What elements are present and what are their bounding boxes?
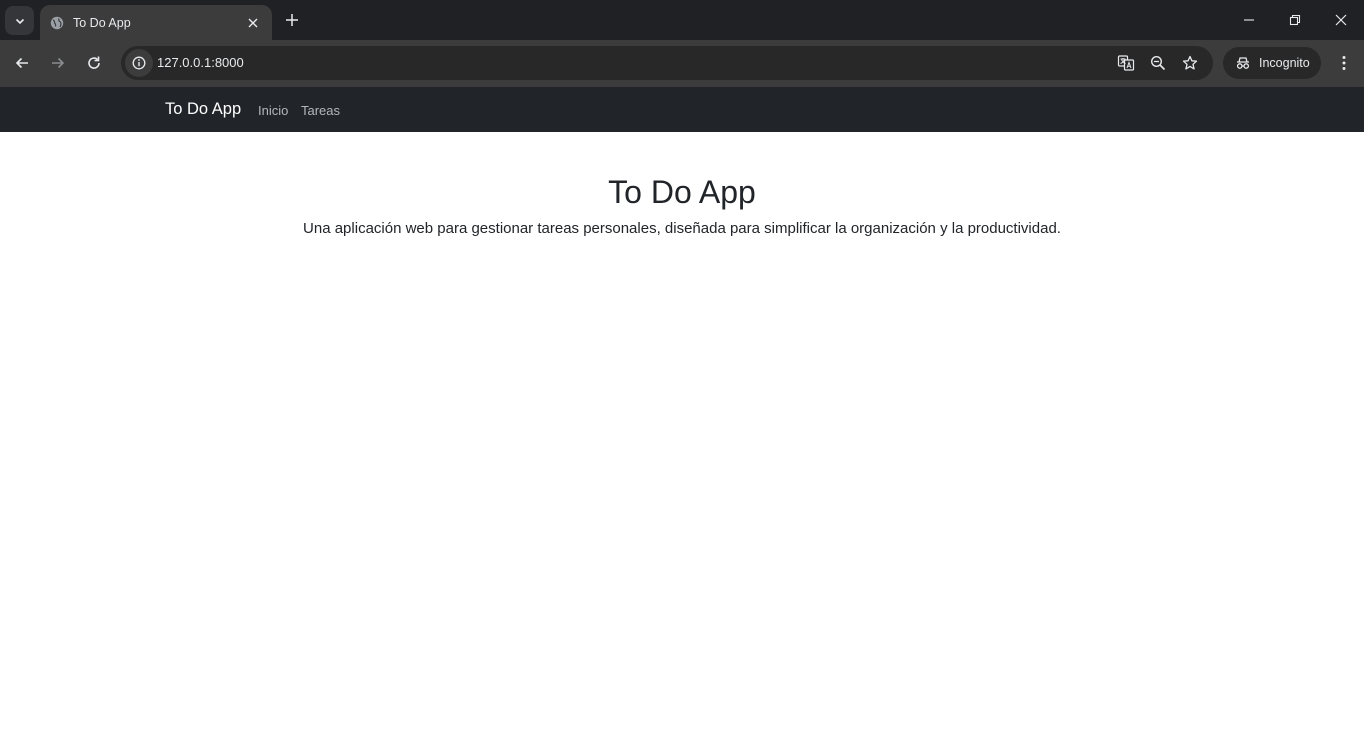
back-button[interactable] <box>7 48 37 78</box>
star-icon <box>1182 55 1198 70</box>
plus-icon <box>286 14 298 26</box>
forward-button[interactable] <box>43 48 73 78</box>
window-controls <box>1226 0 1364 40</box>
nav-link-tareas[interactable]: Tareas <box>301 103 340 118</box>
reload-icon <box>88 56 100 69</box>
reload-button[interactable] <box>79 48 109 78</box>
restore-icon <box>1289 14 1301 26</box>
zoom-out-icon <box>1150 55 1166 71</box>
active-tab[interactable]: To Do App <box>40 5 272 40</box>
zoom-button[interactable] <box>1146 51 1170 75</box>
site-info-button[interactable] <box>125 49 153 77</box>
arrow-left-icon <box>15 57 28 69</box>
nav-link-inicio[interactable]: Inicio <box>258 103 288 118</box>
page-title: To Do App <box>608 174 756 210</box>
incognito-icon <box>1236 57 1250 69</box>
translate-icon <box>1117 55 1135 71</box>
site-navbar: To Do App Inicio Tareas <box>0 87 1364 132</box>
incognito-indicator[interactable]: Incognito <box>1223 47 1321 79</box>
tab-search-button[interactable] <box>5 6 34 35</box>
minimize-icon <box>1244 19 1254 21</box>
chevron-down-icon <box>15 18 24 24</box>
minimize-button[interactable] <box>1226 0 1272 40</box>
translate-button[interactable] <box>1114 51 1138 75</box>
url-text[interactable]: 127.0.0.1:8000 <box>157 55 244 70</box>
globe-icon <box>50 16 64 30</box>
close-icon <box>1335 14 1347 26</box>
restore-button[interactable] <box>1272 0 1318 40</box>
arrow-right-icon <box>52 57 65 69</box>
new-tab-button[interactable] <box>280 8 304 32</box>
tab-title: To Do App <box>73 15 131 30</box>
close-icon[interactable] <box>244 14 262 32</box>
incognito-label: Incognito <box>1259 56 1310 70</box>
navbar-brand[interactable]: To Do App <box>165 100 241 119</box>
close-window-button[interactable] <box>1318 0 1364 40</box>
tab-strip: To Do App <box>0 0 1364 40</box>
bookmark-button[interactable] <box>1178 51 1202 75</box>
browser-menu-button[interactable] <box>1331 48 1357 78</box>
browser-toolbar: 127.0.0.1:8000 Incognito <box>0 40 1364 87</box>
address-bar[interactable]: 127.0.0.1:8000 <box>121 46 1213 80</box>
info-icon <box>132 56 146 70</box>
kebab-menu-icon <box>1342 56 1346 70</box>
page-subtitle: Una aplicación web para gestionar tareas… <box>303 220 1061 237</box>
